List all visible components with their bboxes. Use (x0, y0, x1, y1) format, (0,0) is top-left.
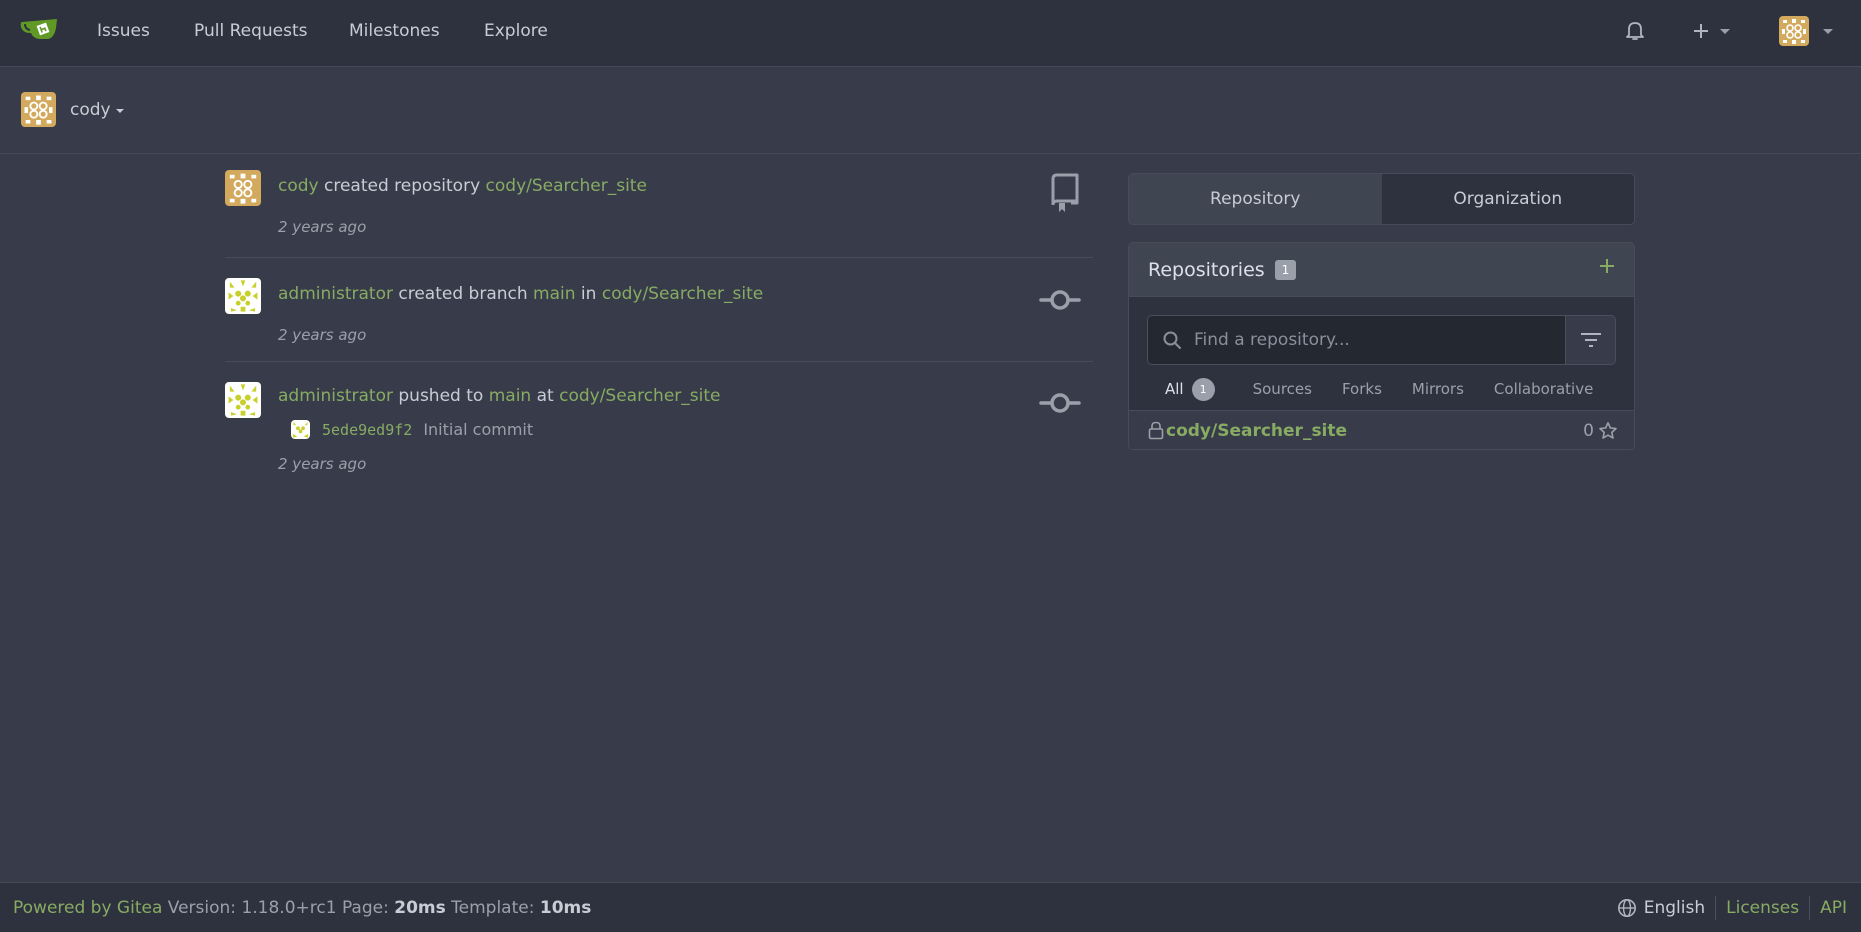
gitea-logo-icon[interactable] (20, 14, 58, 42)
commit-icon (1039, 393, 1081, 413)
repo-search-field (1147, 315, 1566, 365)
context-user-switcher[interactable]: cody (21, 92, 124, 127)
feed-timestamp: 2 years ago (278, 455, 367, 473)
filter-tab-count: 1 (1191, 378, 1215, 401)
commit-sha-link[interactable]: 5ede9ed9f2 (322, 421, 412, 439)
star-icon (1599, 421, 1617, 439)
filter-tab-mirrors[interactable]: Mirrors (1412, 373, 1464, 401)
feed-joiner-text: at (531, 386, 560, 406)
repositories-header: Repositories 1 (1129, 243, 1634, 297)
repo-name-link[interactable]: cody/Searcher_site (1166, 421, 1347, 441)
tab-organization[interactable]: Organization (1381, 174, 1634, 224)
filter-tab-forks[interactable]: Forks (1342, 373, 1382, 401)
repo-search-input[interactable] (1194, 330, 1534, 350)
actor-avatar[interactable] (225, 170, 261, 206)
create-new-dropdown[interactable] (1692, 22, 1730, 40)
chevron-down-icon (1720, 28, 1730, 34)
feed-title: cody created repository cody/Searcher_si… (278, 154, 1093, 198)
licenses-link[interactable]: Licenses (1726, 898, 1799, 918)
footer-links: English Licenses API (1617, 895, 1847, 920)
repo-filter-tabs: All 1 Sources Forks Mirrors Collaborative (1159, 373, 1623, 413)
repo-link[interactable]: cody/Searcher_site (486, 176, 647, 196)
repo-link[interactable]: cody/Searcher_site (559, 386, 720, 406)
page-footer: Powered by Gitea Version: 1.18.0+rc1 Pag… (0, 882, 1861, 932)
feed-action-text: pushed to (392, 386, 489, 406)
repositories-title: Repositories (1148, 258, 1265, 281)
feed-title: administrator created branch main in cod… (278, 258, 1093, 306)
filter-tab-label: All (1165, 380, 1184, 398)
feed-joiner-text: in (575, 284, 602, 304)
template-time-label: Template: (451, 897, 535, 918)
powered-by-gitea-link[interactable]: Powered by Gitea (13, 898, 162, 918)
version-label: Version: (167, 897, 237, 918)
feed-item: cody created repository cody/Searcher_si… (225, 154, 1093, 258)
context-username: cody (70, 99, 111, 120)
feed-item: administrator created branch main in cod… (225, 258, 1093, 362)
star-count-value: 0 (1583, 420, 1594, 441)
actor-avatar[interactable] (225, 278, 261, 314)
branch-link[interactable]: main (533, 284, 575, 304)
api-link[interactable]: API (1820, 898, 1847, 918)
chevron-down-icon (1823, 28, 1833, 34)
lock-icon (1148, 421, 1164, 440)
commit-author-avatar (291, 420, 310, 439)
nav-issues[interactable]: Issues (97, 19, 150, 43)
repo-link[interactable]: cody/Searcher_site (602, 284, 763, 304)
repositories-panel: Repositories 1 All 1 Sources Forks Mirror… (1128, 242, 1635, 450)
globe-icon (1617, 898, 1636, 917)
commit-entry: 5ede9ed9f2 Initial commit (291, 420, 1093, 439)
filter-tab-all[interactable]: All 1 (1159, 373, 1229, 413)
feed-timestamp: 2 years ago (278, 218, 367, 236)
feed-action-text: created repository (318, 176, 486, 196)
template-time-value: 10ms (539, 897, 592, 918)
page-time-label: Page: (341, 897, 389, 918)
footer-info: Powered by Gitea Version: 1.18.0+rc1 Pag… (13, 898, 591, 918)
search-icon (1163, 331, 1181, 349)
repo-icon (1051, 173, 1079, 212)
chevron-down-icon (115, 109, 124, 113)
nav-milestones[interactable]: Milestones (349, 19, 440, 43)
actor-link[interactable]: administrator (278, 284, 393, 304)
nav-pull-requests[interactable]: Pull Requests (194, 19, 308, 43)
feed-item: administrator pushed to main at cody/Sea… (225, 362, 1093, 508)
language-selector[interactable]: English (1617, 898, 1705, 918)
page-time-value: 20ms (394, 897, 446, 918)
filter-tab-collaborative[interactable]: Collaborative (1494, 373, 1593, 401)
activity-feed: cody created repository cody/Searcher_si… (225, 154, 1093, 508)
plus-icon (1694, 24, 1708, 38)
filter-tab-sources[interactable]: Sources (1253, 373, 1312, 401)
commit-message: Initial commit (423, 420, 534, 439)
footer-divider (1809, 895, 1811, 920)
feed-title: administrator pushed to main at cody/Sea… (278, 362, 1093, 408)
actor-link[interactable]: administrator (278, 386, 393, 406)
repo-filter-button[interactable] (1566, 315, 1616, 365)
bell-icon[interactable] (1625, 20, 1645, 42)
user-avatar (1779, 16, 1809, 46)
actor-avatar[interactable] (225, 382, 261, 418)
commit-icon (1039, 290, 1081, 310)
actor-link[interactable]: cody (278, 176, 319, 196)
language-label: English (1643, 897, 1706, 918)
repo-star-count: 0 (1583, 421, 1618, 441)
feed-timestamp: 2 years ago (278, 326, 367, 344)
filter-icon (1580, 333, 1601, 347)
top-navbar: Issues Pull Requests Milestones Explore (0, 0, 1861, 67)
feed-action-text: created branch (392, 284, 534, 304)
context-user-avatar (21, 92, 56, 127)
new-repository-plus-icon[interactable] (1598, 257, 1616, 275)
tab-repository[interactable]: Repository (1129, 174, 1382, 224)
repo-list-item[interactable]: cody/Searcher_site 0 (1129, 410, 1634, 449)
nav-explore[interactable]: Explore (484, 19, 548, 43)
footer-divider (1715, 895, 1717, 920)
version-value: 1.18.0+rc1 (241, 897, 337, 918)
user-menu-dropdown[interactable] (1779, 16, 1833, 46)
dashboard-tab-switcher: Repository Organization (1128, 173, 1635, 225)
repositories-count-badge: 1 (1274, 259, 1297, 280)
dashboard-context-bar: cody (0, 68, 1861, 154)
repo-search-row (1147, 315, 1616, 365)
branch-link[interactable]: main (489, 386, 531, 406)
